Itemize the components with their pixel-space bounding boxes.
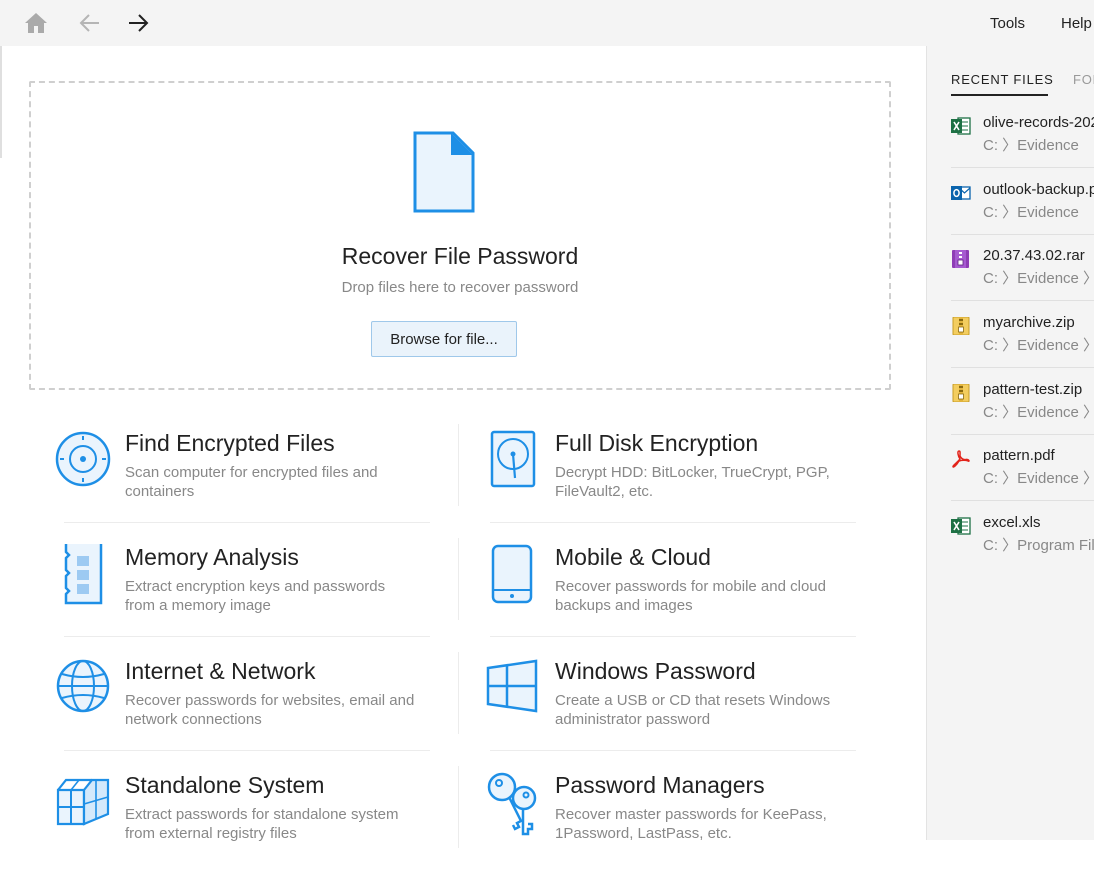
tab-folders[interactable]: FOLDERS — [1073, 72, 1094, 87]
tile-title: Find Encrypted Files — [125, 430, 335, 456]
recent-file-item[interactable]: myarchive.zip C: 〉Evidence 〉1 — [951, 309, 1094, 376]
recent-file-item[interactable]: pattern.pdf C: 〉Evidence 〉1 — [951, 442, 1094, 509]
file-name: myarchive.zip — [983, 314, 1075, 331]
tile-description: Scan computer for encrypted files and co… — [125, 464, 378, 500]
menu-help[interactable]: Help — [1061, 15, 1092, 32]
tile-description: Recover master passwords for KeePass, 1P… — [555, 806, 827, 842]
recent-file-item[interactable]: excel.xls C: 〉Program Files — [951, 509, 1094, 576]
drop-zone-title: Recover File Password — [341, 243, 579, 269]
tab-recent-files[interactable]: RECENT FILES — [951, 72, 1054, 87]
tile-title: Memory Analysis — [125, 544, 299, 570]
tile-description: Extract encryption keys and passwords fr… — [125, 578, 386, 614]
tile-description: Extract passwords for standalone system … — [125, 806, 399, 842]
document-icon — [413, 131, 475, 213]
globe-icon — [56, 659, 110, 713]
recent-file-item[interactable]: 20.37.43.02.rar C: 〉Evidence 〉2 — [951, 242, 1094, 309]
menu-tools[interactable]: Tools — [990, 15, 1025, 32]
recent-file-item[interactable]: pattern-test.zip C: 〉Evidence 〉1 — [951, 376, 1094, 443]
file-path: C: 〉Evidence — [983, 204, 1079, 221]
list-divider — [951, 500, 1094, 501]
tile-title: Internet & Network — [125, 658, 316, 684]
zip-archive-icon — [952, 317, 970, 335]
file-path: C: 〉Program Files — [983, 537, 1094, 554]
tile-password-managers[interactable]: Password Managers Recover master passwor… — [485, 772, 885, 884]
forward-button[interactable] — [125, 10, 151, 36]
main-content: Recover File Password Drop files here to… — [0, 46, 926, 848]
file-path: C: 〉Evidence 〉2 — [983, 270, 1094, 287]
tile-windows-password[interactable]: Windows Password Create a USB or CD that… — [485, 658, 885, 770]
browse-button[interactable]: Browse for file... — [371, 321, 517, 357]
file-path: C: 〉Evidence 〉1 — [983, 404, 1094, 421]
tile-description: Recover passwords for websites, email an… — [125, 692, 415, 728]
excel-file-icon — [951, 117, 971, 135]
tile-title: Mobile & Cloud — [555, 544, 711, 570]
arrow-left-icon — [79, 14, 99, 32]
column-divider — [458, 652, 459, 734]
tile-full-disk-encryption[interactable]: Full Disk Encryption Decrypt HDD: BitLoc… — [485, 430, 885, 542]
column-divider — [458, 538, 459, 620]
file-name: outlook-backup.pst — [983, 181, 1094, 198]
zip-archive-icon — [952, 384, 970, 402]
file-drop-zone[interactable]: Recover File Password Drop files here to… — [29, 81, 891, 390]
back-button[interactable] — [77, 10, 103, 36]
excel-file-icon — [951, 517, 971, 535]
home-button[interactable] — [23, 10, 49, 36]
active-tab-indicator — [951, 94, 1048, 96]
tile-memory-analysis[interactable]: Memory Analysis Extract encryption keys … — [55, 544, 455, 656]
tile-mobile-cloud[interactable]: Mobile & Cloud Recover passwords for mob… — [485, 544, 885, 656]
mobile-phone-icon — [491, 544, 533, 604]
home-icon — [25, 13, 47, 33]
tile-title: Standalone System — [125, 772, 325, 798]
tile-description: Recover passwords for mobile and cloud b… — [555, 578, 826, 614]
file-name: pattern-test.zip — [983, 381, 1083, 398]
cubes-icon — [56, 778, 110, 826]
tile-description: Decrypt HDD: BitLocker, TrueCrypt, PGP, … — [555, 464, 830, 500]
arrow-right-icon — [129, 14, 149, 32]
list-divider — [951, 167, 1094, 168]
file-name: 20.37.43.02.rar — [983, 247, 1085, 264]
rar-archive-icon — [952, 250, 969, 268]
list-divider — [951, 300, 1094, 301]
drop-zone-subtitle: Drop files here to recover password — [341, 279, 579, 296]
toolbar: Tools Help — [0, 0, 1094, 46]
memory-stick-icon — [64, 544, 103, 605]
outlook-file-icon — [951, 186, 971, 200]
file-name: pattern.pdf — [983, 447, 1055, 464]
tile-find-encrypted-files[interactable]: Find Encrypted Files Scan computer for e… — [55, 430, 455, 542]
keys-icon — [487, 772, 537, 836]
file-path: C: 〉Evidence 〉1 — [983, 470, 1094, 487]
left-edge-divider — [0, 46, 2, 158]
recent-files-panel: RECENT FILES FOLDERS olive-records-2020.… — [926, 46, 1094, 840]
tile-title: Full Disk Encryption — [555, 430, 759, 456]
list-divider — [951, 234, 1094, 235]
tile-description: Create a USB or CD that resets Windows a… — [555, 692, 831, 728]
tile-title: Password Managers — [555, 772, 765, 798]
hard-drive-icon — [490, 430, 536, 488]
recent-file-item[interactable]: outlook-backup.pst C: 〉Evidence — [951, 176, 1094, 243]
file-path: C: 〉Evidence 〉1 — [983, 337, 1094, 354]
list-divider — [951, 367, 1094, 368]
tile-internet-network[interactable]: Internet & Network Recover passwords for… — [55, 658, 455, 770]
windows-logo-icon — [486, 659, 538, 713]
column-divider — [458, 766, 459, 848]
disk-scan-icon — [55, 431, 111, 487]
file-name: olive-records-2020.xlsx — [983, 114, 1094, 131]
recent-file-item[interactable]: olive-records-2020.xlsx C: 〉Evidence — [951, 109, 1094, 176]
tile-standalone-system[interactable]: Standalone System Extract passwords for … — [55, 772, 455, 884]
file-path: C: 〉Evidence — [983, 137, 1079, 154]
pdf-file-icon — [952, 450, 970, 468]
file-name: excel.xls — [983, 514, 1041, 531]
list-divider — [951, 434, 1094, 435]
column-divider — [458, 424, 459, 506]
tile-title: Windows Password — [555, 658, 756, 684]
